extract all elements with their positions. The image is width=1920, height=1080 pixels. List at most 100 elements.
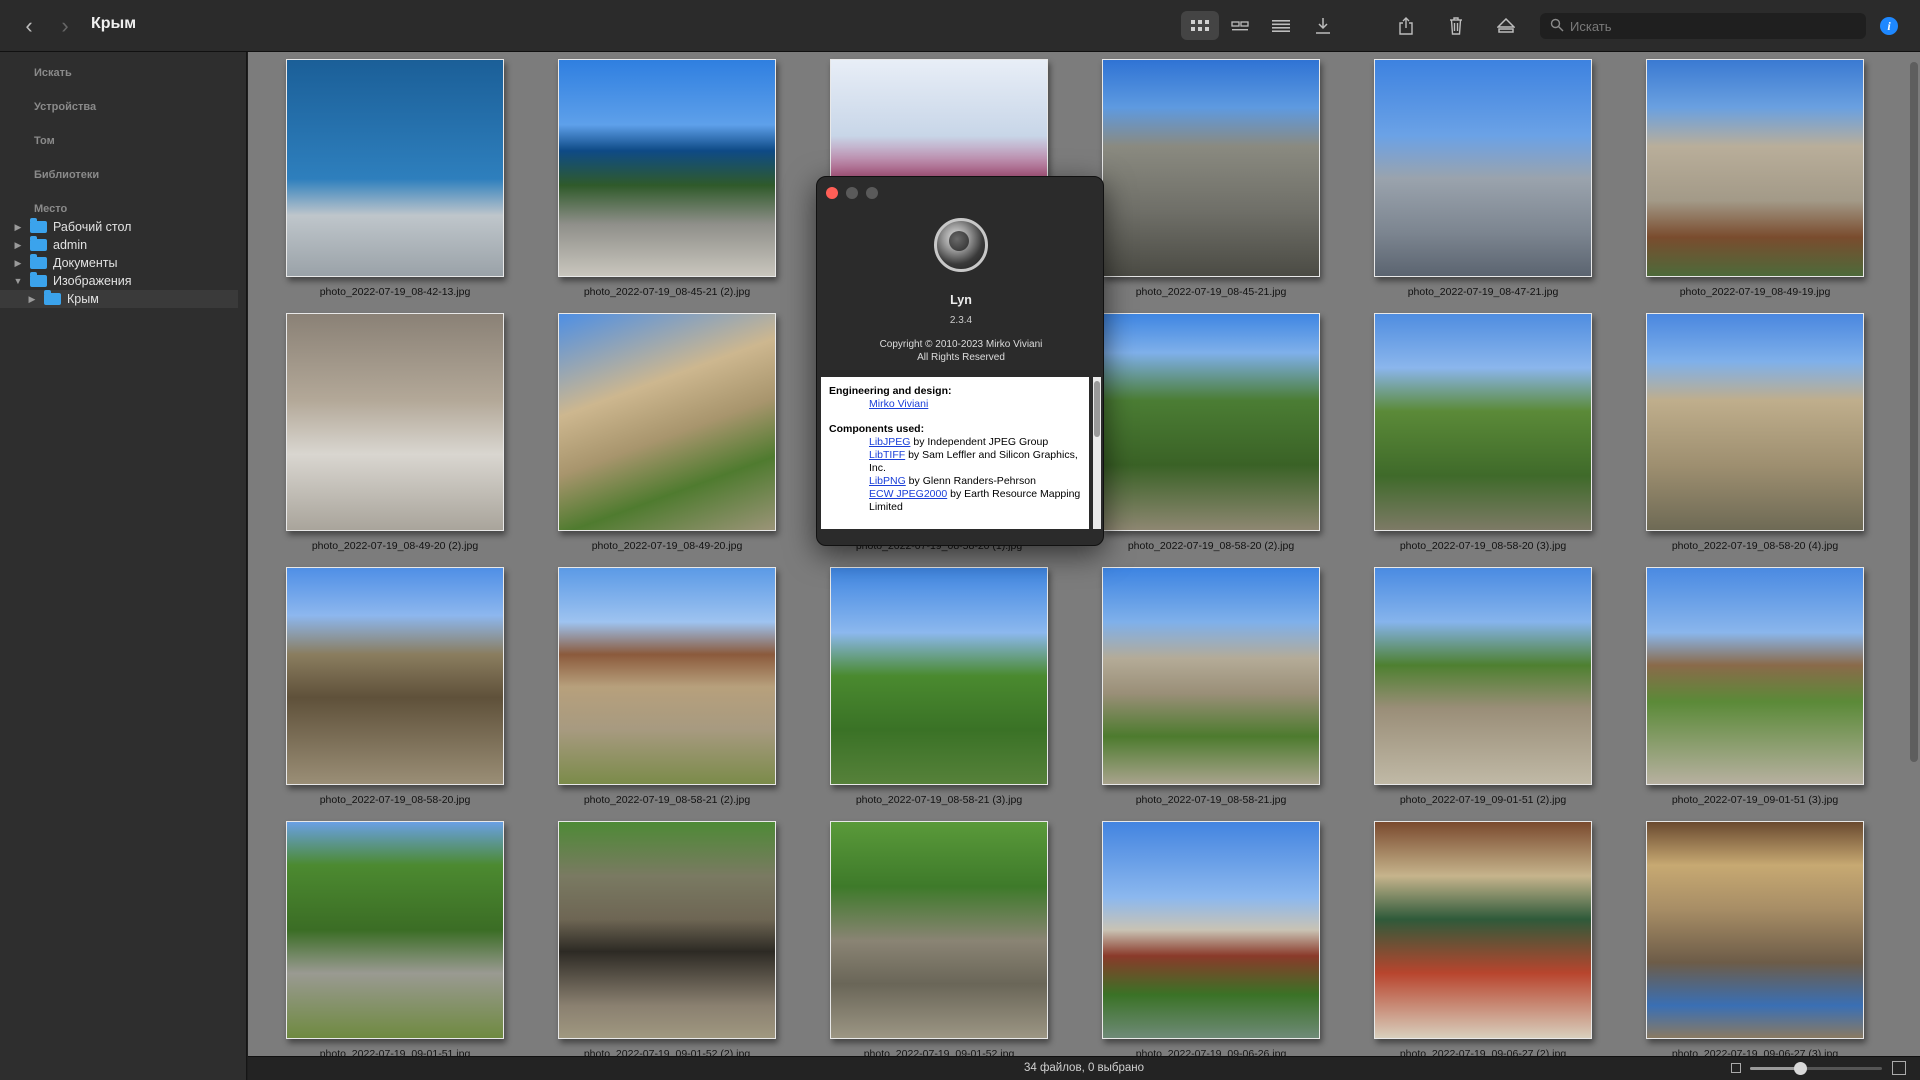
thumbnail-item[interactable]: photo_2022-07-19_08-49-19.jpg bbox=[1646, 59, 1864, 298]
large-thumbnail-icon[interactable] bbox=[1892, 1061, 1906, 1075]
thumbnail-item[interactable]: photo_2022-07-19_08-58-21 (3).jpg bbox=[830, 567, 1048, 806]
thumbnail-image[interactable] bbox=[286, 313, 504, 531]
engineer-link[interactable]: Mirko Viviani bbox=[869, 398, 928, 410]
grid-view-icon[interactable] bbox=[1181, 11, 1219, 40]
sidebar-section-places[interactable]: Место bbox=[34, 203, 67, 215]
sidebar-item-desktop[interactable]: ▶ Рабочий стол bbox=[0, 218, 238, 236]
thumbnail-item[interactable]: photo_2022-07-19_09-06-27 (3).jpg bbox=[1646, 821, 1864, 1056]
zoom-slider[interactable] bbox=[1750, 1062, 1882, 1075]
chevron-down-icon[interactable]: ▼ bbox=[12, 276, 24, 286]
thumbnail-item[interactable]: photo_2022-07-19_08-49-20 (2).jpg bbox=[286, 313, 504, 552]
thumbnail-item[interactable]: photo_2022-07-19_08-58-21 (2).jpg bbox=[558, 567, 776, 806]
chevron-right-icon[interactable]: ▶ bbox=[12, 240, 24, 251]
sidebar-item-label: Документы bbox=[53, 256, 118, 270]
component-link[interactable]: LibJPEG bbox=[869, 436, 910, 448]
sidebar-item-admin[interactable]: ▶ admin bbox=[0, 236, 238, 254]
thumbnail-image[interactable] bbox=[830, 821, 1048, 1039]
close-window-button[interactable] bbox=[826, 187, 838, 199]
thumbnail-item[interactable]: photo_2022-07-19_08-47-21.jpg bbox=[1374, 59, 1592, 298]
filmstrip-view-icon[interactable] bbox=[1221, 11, 1259, 40]
thumbnail-image[interactable] bbox=[558, 567, 776, 785]
small-thumbnail-icon[interactable] bbox=[1731, 1063, 1741, 1073]
eject-icon[interactable] bbox=[1487, 11, 1525, 40]
sidebar-section-search[interactable]: Искать bbox=[34, 67, 72, 79]
component-item: LibTIFF by Sam Leffler and Silicon Graph… bbox=[869, 449, 1078, 474]
component-link[interactable]: LibPNG bbox=[869, 475, 906, 487]
trash-icon[interactable] bbox=[1437, 11, 1475, 40]
thumbnail-image[interactable] bbox=[558, 821, 776, 1039]
credits-panel: Engineering and design: Mirko Viviani Co… bbox=[821, 377, 1089, 529]
thumbnail-image[interactable] bbox=[286, 567, 504, 785]
thumbnail-item[interactable]: photo_2022-07-19_09-06-27 (2).jpg bbox=[1374, 821, 1592, 1056]
sidebar-section-libraries[interactable]: Библиотеки bbox=[34, 169, 99, 181]
component-link[interactable]: ECW JPEG2000 bbox=[869, 488, 947, 500]
forward-arrow-icon[interactable]: › bbox=[52, 13, 78, 39]
thumbnail-image[interactable] bbox=[1374, 821, 1592, 1039]
thumbnail-filename: photo_2022-07-19_08-45-21.jpg bbox=[1135, 286, 1287, 298]
thumbnail-item[interactable]: photo_2022-07-19_08-58-20 (2).jpg bbox=[1102, 313, 1320, 552]
thumbnail-item[interactable]: photo_2022-07-19_08-58-21.jpg bbox=[1102, 567, 1320, 806]
thumbnail-filename: photo_2022-07-19_08-58-21 (2).jpg bbox=[583, 794, 751, 806]
rights-text: All Rights Reserved bbox=[917, 352, 1005, 363]
sidebar-section-devices[interactable]: Устройства bbox=[34, 101, 96, 113]
thumbnail-image[interactable] bbox=[1374, 567, 1592, 785]
info-icon[interactable]: i bbox=[1880, 17, 1898, 35]
thumbnail-image[interactable] bbox=[286, 821, 504, 1039]
sidebar-section-volume[interactable]: Том bbox=[34, 135, 55, 147]
scrollbar[interactable] bbox=[1910, 62, 1918, 762]
thumbnail-image[interactable] bbox=[558, 313, 776, 531]
share-icon[interactable] bbox=[1387, 11, 1425, 40]
minimize-window-button[interactable] bbox=[846, 187, 858, 199]
thumbnail-image[interactable] bbox=[1102, 821, 1320, 1039]
thumbnail-image[interactable] bbox=[830, 567, 1048, 785]
chevron-right-icon[interactable]: ▶ bbox=[12, 258, 24, 269]
thumbnail-item[interactable]: photo_2022-07-19_09-01-52 (2).jpg bbox=[558, 821, 776, 1056]
thumbnail-image[interactable] bbox=[1102, 59, 1320, 277]
thumbnail-item[interactable]: photo_2022-07-19_08-58-20 (4).jpg bbox=[1646, 313, 1864, 552]
component-link[interactable]: LibTIFF bbox=[869, 449, 905, 461]
thumbnail-item[interactable]: photo_2022-07-19_08-45-21.jpg bbox=[1102, 59, 1320, 298]
scrollbar-thumb[interactable] bbox=[1094, 381, 1100, 437]
thumbnail-item[interactable]: photo_2022-07-19_09-01-52.jpg bbox=[830, 821, 1048, 1056]
app-name: Lyn bbox=[950, 293, 972, 307]
thumbnail-item[interactable]: photo_2022-07-19_09-01-51.jpg bbox=[286, 821, 504, 1056]
credits-scrollbar[interactable] bbox=[1093, 377, 1101, 529]
zoom-window-button[interactable] bbox=[866, 187, 878, 199]
back-arrow-icon[interactable]: ‹ bbox=[16, 13, 42, 39]
chevron-right-icon[interactable]: ▶ bbox=[12, 222, 24, 233]
thumbnail-item[interactable]: photo_2022-07-19_08-42-13.jpg bbox=[286, 59, 504, 298]
thumbnail-filename: photo_2022-07-19_09-01-52 (2).jpg bbox=[583, 1048, 751, 1056]
sidebar-item-documents[interactable]: ▶ Документы bbox=[0, 254, 238, 272]
thumbnail-image[interactable] bbox=[1374, 59, 1592, 277]
thumbnail-image[interactable] bbox=[1102, 313, 1320, 531]
thumbnail-item[interactable]: photo_2022-07-19_09-01-51 (2).jpg bbox=[1374, 567, 1592, 806]
folder-icon bbox=[30, 272, 47, 287]
sidebar-item-pictures[interactable]: ▼ Изображения bbox=[0, 272, 238, 290]
thumbnail-filename: photo_2022-07-19_09-06-27 (3).jpg bbox=[1671, 1048, 1839, 1056]
thumbnail-image[interactable] bbox=[1646, 59, 1864, 277]
thumbnail-filename: photo_2022-07-19_08-58-20.jpg bbox=[319, 794, 471, 806]
status-text: 34 файлов, 0 выбрано bbox=[1023, 1062, 1145, 1074]
search-field[interactable] bbox=[1540, 13, 1866, 39]
thumbnail-filename: photo_2022-07-19_09-01-51 (3).jpg bbox=[1671, 794, 1839, 806]
list-view-icon[interactable] bbox=[1262, 11, 1300, 40]
thumbnail-image[interactable] bbox=[1646, 567, 1864, 785]
import-icon[interactable] bbox=[1304, 11, 1342, 40]
thumbnail-image[interactable] bbox=[1374, 313, 1592, 531]
thumbnail-image[interactable] bbox=[286, 59, 504, 277]
sidebar-item-crimea[interactable]: ▶ Крым bbox=[0, 290, 238, 308]
search-icon bbox=[1550, 18, 1564, 37]
thumbnail-item[interactable]: photo_2022-07-19_08-49-20.jpg bbox=[558, 313, 776, 552]
thumbnail-item[interactable]: photo_2022-07-19_08-45-21 (2).jpg bbox=[558, 59, 776, 298]
search-input[interactable] bbox=[1570, 13, 1860, 39]
thumbnail-item[interactable]: photo_2022-07-19_09-01-51 (3).jpg bbox=[1646, 567, 1864, 806]
thumbnail-item[interactable]: photo_2022-07-19_09-06-26.jpg bbox=[1102, 821, 1320, 1056]
chevron-right-icon[interactable]: ▶ bbox=[26, 294, 38, 305]
thumbnail-item[interactable]: photo_2022-07-19_08-58-20.jpg bbox=[286, 567, 504, 806]
thumbnail-item[interactable]: photo_2022-07-19_08-58-20 (3).jpg bbox=[1374, 313, 1592, 552]
thumbnail-image[interactable] bbox=[1646, 821, 1864, 1039]
thumbnail-image[interactable] bbox=[1102, 567, 1320, 785]
thumbnail-image[interactable] bbox=[558, 59, 776, 277]
engineering-header: Engineering and design: bbox=[829, 385, 952, 397]
thumbnail-image[interactable] bbox=[1646, 313, 1864, 531]
